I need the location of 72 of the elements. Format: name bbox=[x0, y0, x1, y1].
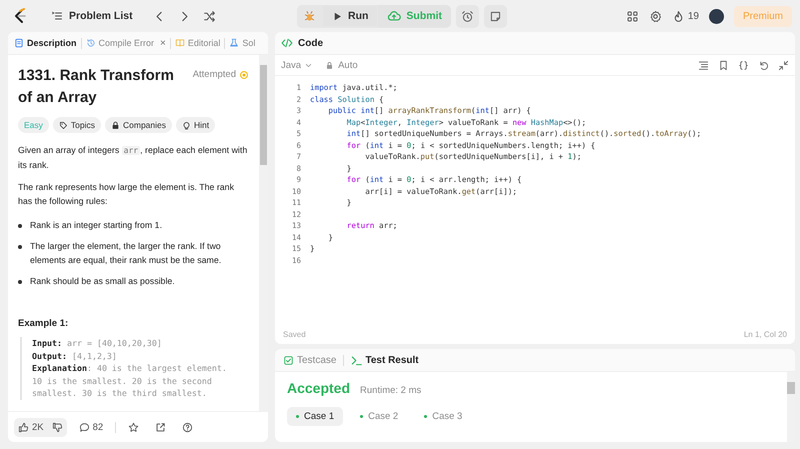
bullet-icon bbox=[18, 245, 22, 249]
braces-icon[interactable] bbox=[738, 60, 749, 70]
tag-chip[interactable]: Topics bbox=[52, 117, 101, 133]
share-icon[interactable] bbox=[155, 422, 166, 432]
cursor-position: Ln 1, Col 20 bbox=[744, 330, 787, 338]
settings-icon[interactable] bbox=[648, 10, 662, 22]
bullet-icon bbox=[18, 224, 22, 228]
result-verdict: Accepted bbox=[287, 380, 350, 396]
example-line: Output: [4,1,2,3] bbox=[32, 350, 118, 362]
logo-icon[interactable] bbox=[12, 8, 28, 24]
example-line: Explanation: 40 is the largest element. bbox=[32, 362, 228, 374]
bullet-icon bbox=[18, 280, 22, 284]
avatar[interactable] bbox=[709, 8, 724, 24]
tag-chip[interactable]: Hint bbox=[176, 117, 216, 133]
history-icon bbox=[86, 38, 96, 48]
notes-button[interactable] bbox=[484, 4, 508, 28]
checkbox-icon bbox=[283, 354, 294, 366]
case-tab[interactable]: Case 3 bbox=[415, 407, 472, 426]
panel-title: Code bbox=[298, 38, 323, 48]
play-icon bbox=[332, 10, 343, 22]
rule-text: Rank is an integer starting from 1. bbox=[30, 219, 162, 232]
description-text: The rank represents how large the element is. The rank has the following rules: bbox=[18, 181, 235, 208]
tag-chip[interactable]: Companies bbox=[105, 117, 172, 133]
bookmark-icon[interactable] bbox=[718, 60, 729, 70]
thumbs-up-icon bbox=[18, 422, 29, 432]
coin-icon bbox=[239, 70, 249, 80]
help-icon[interactable] bbox=[182, 422, 194, 432]
star-icon[interactable] bbox=[128, 422, 140, 432]
thumbs-down-icon bbox=[52, 422, 63, 432]
alarm-clock-icon bbox=[461, 10, 474, 22]
comments-button[interactable]: 82 bbox=[74, 418, 108, 436]
panel-tab[interactable]: Description bbox=[12, 36, 79, 50]
format-icon[interactable] bbox=[698, 60, 709, 70]
bug-icon bbox=[303, 10, 316, 22]
save-status: Saved bbox=[283, 330, 306, 338]
cloud-upload-icon bbox=[387, 9, 402, 23]
grid-icon[interactable] bbox=[626, 10, 639, 22]
panel-tab[interactable]: Test Result bbox=[349, 352, 421, 368]
book-icon bbox=[174, 38, 185, 48]
problem-title: 1331. Rank Transform of an Array bbox=[18, 66, 175, 108]
lock-icon bbox=[111, 120, 120, 130]
example-title: Example 1: bbox=[18, 318, 70, 329]
terminal-icon bbox=[351, 354, 362, 366]
status-label: Attempted bbox=[192, 69, 236, 80]
runtime-text: Runtime: 2 ms bbox=[360, 385, 422, 396]
shuffle-icon[interactable] bbox=[202, 10, 216, 22]
document-icon bbox=[14, 38, 24, 48]
undo-icon[interactable] bbox=[758, 60, 769, 70]
mode-label: Auto bbox=[338, 60, 358, 70]
streak-count: 19 bbox=[688, 10, 699, 22]
close-tab-button[interactable]: × bbox=[158, 38, 168, 48]
tag-icon bbox=[58, 120, 68, 130]
rule-text: Rank should be as small as possible. bbox=[30, 275, 175, 288]
flame-icon[interactable] bbox=[672, 10, 685, 22]
comment-icon bbox=[78, 422, 90, 432]
code-icon bbox=[281, 37, 293, 49]
example-line: 10 is the smallest. 20 is the second bbox=[32, 374, 213, 387]
description-text: Given an array of integers arr , replace each element with its rank. bbox=[18, 144, 248, 172]
lightbulb-icon bbox=[182, 120, 191, 130]
difficulty-tag: Easy bbox=[18, 117, 49, 133]
scrollbar[interactable] bbox=[259, 55, 268, 411]
lock-icon bbox=[325, 60, 334, 70]
collapse-icon[interactable] bbox=[778, 60, 789, 70]
case-tab[interactable]: Case 1 bbox=[287, 407, 344, 426]
example-line: smallest. 30 is the third smallest. bbox=[32, 387, 208, 400]
flask-icon bbox=[229, 38, 240, 48]
problem-list-button[interactable]: Problem List bbox=[48, 8, 136, 24]
timer-button[interactable] bbox=[456, 4, 480, 28]
note-icon bbox=[489, 10, 502, 22]
example-line: Input: arr = [40,10,20,30] bbox=[32, 337, 163, 350]
list-icon bbox=[51, 10, 63, 22]
rule-text: The larger the element, the larger the rank. If two elements are equal, their rank must be the same. bbox=[30, 240, 222, 267]
